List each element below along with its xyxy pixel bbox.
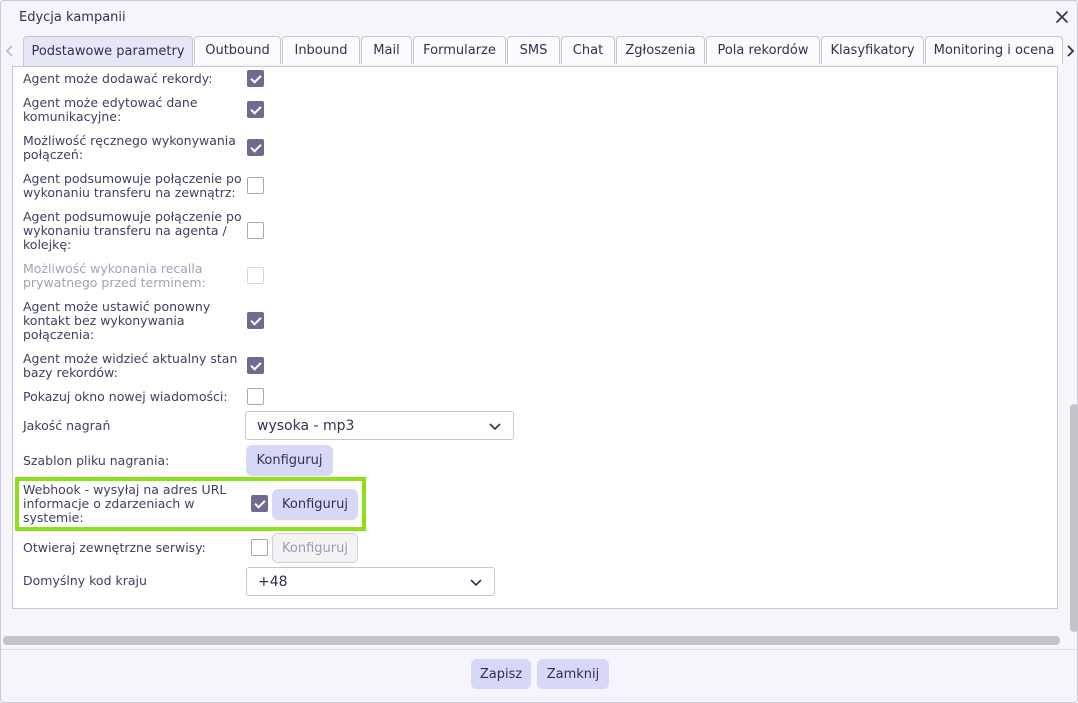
campaign-edit-dialog: Edycja kampanii Podstawowe parametry Out… — [0, 0, 1078, 703]
tab-label: Chat — [572, 43, 604, 58]
recording-quality-select[interactable]: wysoka - mp3 — [245, 411, 514, 440]
setting-label: Agent może edytować dane komunikacyjne: — [23, 95, 198, 124]
tab-formularze[interactable]: Formularze — [413, 36, 506, 64]
vertical-scrollbar[interactable] — [1070, 404, 1078, 632]
view-record-base-checkbox[interactable] — [247, 357, 264, 374]
tab-scroll-right-icon[interactable] — [1061, 36, 1078, 66]
tab-label: SMS — [519, 43, 548, 58]
tab-label: Pola rekordów — [717, 43, 809, 58]
tab-label: Zgłoszenia — [625, 43, 696, 58]
save-button[interactable]: Zapisz — [471, 659, 531, 689]
setting-label: Agent podsumowuje połączenie po wykonani… — [23, 171, 242, 200]
tab-podstawowe-parametry[interactable]: Podstawowe parametry — [23, 36, 193, 66]
tab-outbound[interactable]: Outbound — [194, 36, 281, 64]
setting-label: Agent może dodawać rekordy: — [23, 71, 213, 86]
tab-label: Monitoring i ocena — [933, 43, 1055, 58]
external-services-configure-button: Konfiguruj — [272, 533, 358, 563]
setting-label: Możliwość wykonania recalla prywatnego p… — [23, 261, 206, 290]
tab-chat[interactable]: Chat — [561, 36, 615, 64]
country-code-label: Domyślny kod kraju — [23, 573, 147, 588]
tab-label: Klasyfikatory — [830, 43, 915, 58]
tab-mail[interactable]: Mail — [361, 36, 412, 64]
manual-calls-checkbox[interactable] — [247, 139, 264, 156]
summary-external-transfer-checkbox[interactable] — [247, 177, 264, 194]
external-services-label: Otwieraj zewnętrzne serwisy: — [23, 540, 206, 555]
dialog-titlebar: Edycja kampanii — [1, 1, 1077, 35]
add-records-checkbox[interactable] — [247, 70, 264, 87]
setting-label: Agent może ustawić ponowny kontakt bez w… — [23, 299, 211, 342]
private-recall-checkbox — [247, 267, 264, 284]
chevron-down-icon — [489, 420, 501, 432]
tab-label: Podstawowe parametry — [31, 44, 185, 59]
tab-monitoring-i-ocena[interactable]: Monitoring i ocena — [925, 36, 1063, 64]
tab-inbound[interactable]: Inbound — [282, 36, 360, 64]
footer-divider — [1, 649, 1077, 650]
tab-zgloszenia[interactable]: Zgłoszenia — [616, 36, 705, 64]
close-button[interactable]: Zamknij — [537, 659, 609, 689]
recording-quality-label: Jakość nagrań — [23, 418, 111, 433]
tab-pola-rekordow[interactable]: Pola rekordów — [706, 36, 820, 64]
tab-scroll-left-icon[interactable] — [1, 36, 19, 66]
setting-label: Agent podsumowuje połączenie po wykonani… — [23, 209, 242, 252]
country-code-value: +48 — [258, 573, 288, 590]
recording-template-label: Szablon pliku nagrania: — [23, 453, 170, 468]
new-message-window-checkbox[interactable] — [247, 388, 264, 405]
dialog-title: Edycja kampanii — [19, 10, 126, 25]
set-recontact-checkbox[interactable] — [247, 312, 264, 329]
setting-label: Agent może widzieć aktualny stan bazy re… — [23, 351, 238, 380]
setting-label: Pokazuj okno nowej wiadomości: — [23, 389, 228, 404]
edit-contact-data-checkbox[interactable] — [247, 101, 264, 118]
chevron-down-icon — [470, 576, 482, 588]
horizontal-scrollbar[interactable] — [3, 636, 1060, 645]
recording-template-configure-button[interactable]: Konfiguruj — [246, 445, 333, 476]
tab-label: Formularze — [423, 43, 496, 58]
close-icon[interactable] — [1053, 8, 1071, 26]
summary-agent-transfer-checkbox[interactable] — [247, 222, 264, 239]
tab-label: Outbound — [205, 43, 270, 58]
setting-label: Możliwość ręcznego wykonywania połączeń: — [23, 133, 236, 162]
external-services-checkbox[interactable] — [251, 539, 268, 556]
tab-bar: Podstawowe parametry Outbound Inbound Ma… — [1, 36, 1078, 66]
tab-label: Inbound — [294, 43, 348, 58]
tab-klasyfikatory[interactable]: Klasyfikatory — [821, 36, 924, 64]
webhook-highlight-frame — [15, 477, 366, 531]
tab-label: Mail — [373, 43, 400, 58]
recording-quality-value: wysoka - mp3 — [257, 417, 355, 434]
country-code-select[interactable]: +48 — [246, 567, 495, 596]
tab-sms[interactable]: SMS — [507, 36, 560, 64]
